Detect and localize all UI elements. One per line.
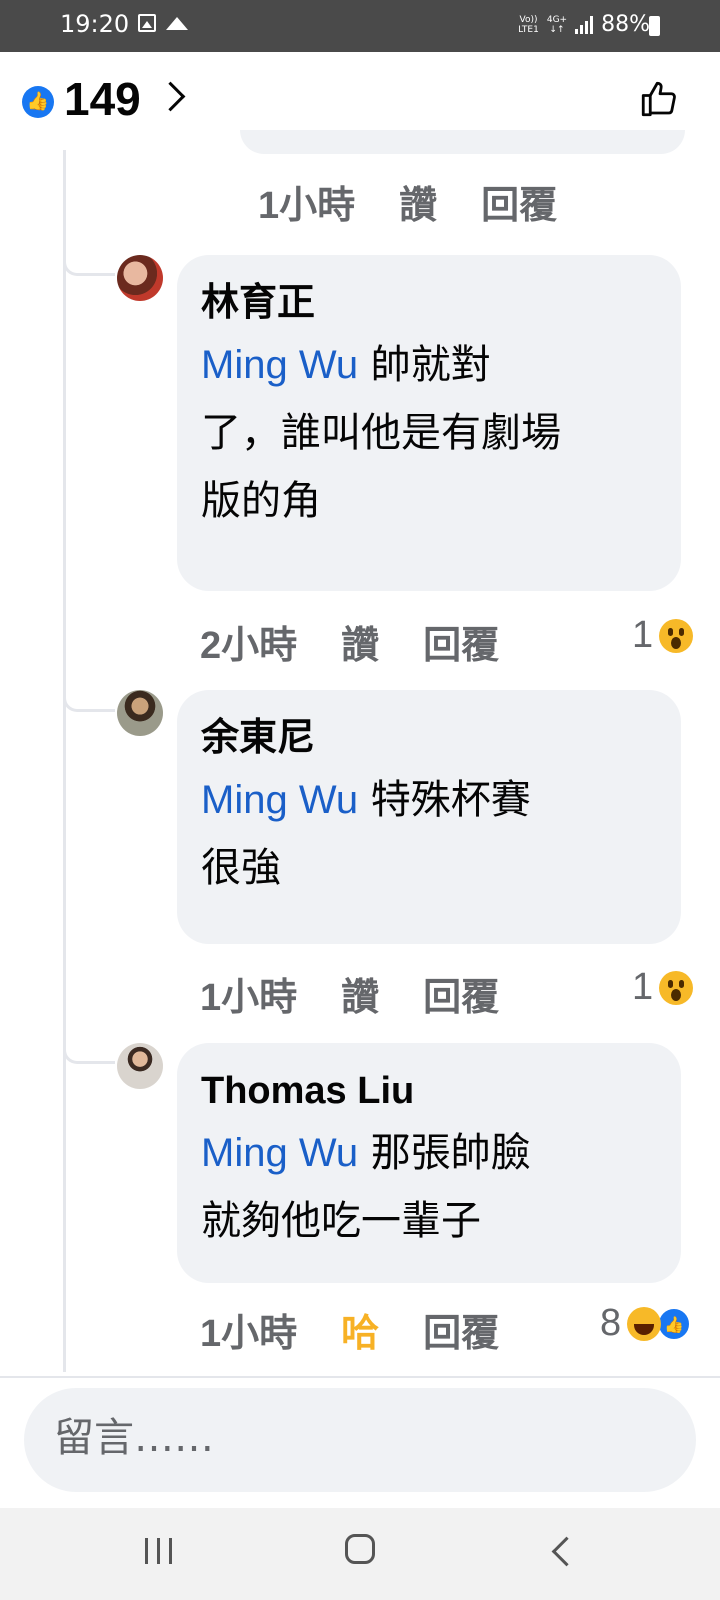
lte-label: LTE1 (518, 24, 539, 35)
mention-link[interactable]: Ming Wu (201, 778, 358, 822)
avatar[interactable] (117, 690, 163, 736)
like-count[interactable]: 149 (64, 72, 141, 126)
comment-meta: 2小時 讚 回覆 (200, 614, 543, 669)
comment-text-part: 就夠他吃一輩子 (201, 1198, 481, 1244)
reaction-summary[interactable]: 1 (632, 966, 694, 1009)
network-type-indicator: 4G+ ↓↑ (547, 15, 567, 35)
avatar[interactable] (117, 1043, 163, 1089)
status-right: Vo)) LTE1 4G+ ↓↑ 88% (518, 12, 650, 37)
battery-percent: 88% (601, 12, 650, 37)
like-button[interactable]: 讚 (341, 614, 379, 669)
thread-branch (63, 688, 115, 712)
comment-author[interactable]: 余東尼 (201, 714, 657, 762)
comment-time: 2小時 (200, 625, 298, 667)
thumbs-up-icon[interactable] (638, 78, 680, 120)
comment-text-part: 那張帥臉 (358, 1130, 531, 1176)
reply-button[interactable]: 回覆 (423, 614, 499, 669)
comment-bubble[interactable]: 余東尼 Ming Wu 特殊杯賽 很強 (177, 690, 681, 944)
like-badge-icon[interactable]: 👍 (22, 86, 54, 118)
comment-input[interactable] (52, 1414, 656, 1462)
haha-reacted-button[interactable]: 哈 (341, 1302, 379, 1357)
reaction-summary[interactable]: 8 👍 (600, 1302, 692, 1345)
reply-button[interactable]: 回覆 (423, 1302, 499, 1357)
comment-text-part: 了，誰叫他是有劇場 (201, 410, 561, 456)
comment-bubble[interactable]: Thomas Liu Ming Wu 那張帥臉 就夠他吃一輩子 (177, 1043, 681, 1283)
mention-link[interactable]: Ming Wu (201, 1131, 358, 1175)
comment-text: Ming Wu 那張帥臉 就夠他吃一輩子 (201, 1119, 657, 1255)
wow-icon (659, 618, 694, 653)
status-time: 19:20 (60, 10, 130, 38)
reaction-summary[interactable]: 1 (632, 614, 694, 657)
network-type-label: 4G+ (546, 14, 568, 25)
comment-text-part: 很強 (201, 845, 281, 891)
thread-branch (63, 252, 115, 276)
comment-time: 1小時 (200, 977, 298, 1019)
volte-label: Vo)) (519, 14, 538, 25)
recent-apps-icon[interactable] (145, 1538, 175, 1564)
reaction-count: 8 (600, 1302, 622, 1344)
comment-time: 1小時 (258, 185, 356, 227)
navigation-bar (0, 1508, 720, 1600)
thread-branch (63, 1040, 115, 1064)
like-icon: 👍 (657, 1306, 692, 1341)
like-button[interactable]: 讚 (341, 966, 379, 1021)
composer-divider (0, 1376, 720, 1378)
status-notification-icons (138, 14, 188, 32)
comment-text-part: 版的角 (201, 478, 321, 524)
comment-composer[interactable] (24, 1388, 696, 1492)
reaction-count: 1 (632, 966, 654, 1008)
signal-icon (575, 15, 594, 34)
volte-indicator: Vo)) LTE1 (518, 15, 539, 35)
comment-text-part: 特殊杯賽 (358, 777, 531, 823)
comment-text: Ming Wu 帥就對 了，誰叫他是有劇場 版的角 (201, 331, 657, 535)
comment-meta: 1小時 哈 回覆 (200, 1302, 543, 1357)
data-arrows-icon: ↓↑ (549, 24, 565, 35)
comment-bubble[interactable]: 林育正 Ming Wu 帥就對 了，誰叫他是有劇場 版的角 (177, 255, 681, 591)
gallery-icon (138, 14, 156, 32)
comment-meta: 1小時 讚 回覆 (200, 966, 543, 1021)
previous-comment-bubble (240, 130, 685, 154)
home-icon[interactable] (345, 1534, 375, 1564)
haha-icon (627, 1306, 662, 1341)
comment-author[interactable]: 林育正 (201, 279, 657, 327)
reaction-count: 1 (632, 614, 654, 656)
battery-icon (649, 16, 660, 36)
like-button[interactable]: 讚 (399, 174, 437, 229)
reply-button[interactable]: 回覆 (423, 966, 499, 1021)
back-icon[interactable] (551, 1536, 582, 1567)
comment-text-part: 帥就對 (358, 342, 491, 388)
mountain-icon (166, 16, 188, 30)
avatar[interactable] (117, 255, 163, 301)
thread-line (63, 150, 66, 1372)
wow-icon (659, 970, 694, 1005)
mention-link[interactable]: Ming Wu (201, 343, 358, 387)
previous-comment-meta: 1小時 讚 回覆 (258, 174, 601, 229)
comment-author[interactable]: Thomas Liu (201, 1067, 657, 1115)
comment-text: Ming Wu 特殊杯賽 很強 (201, 766, 657, 902)
status-bar: 19:20 Vo)) LTE1 4G+ ↓↑ 88% (0, 0, 720, 52)
comment-time: 1小時 (200, 1313, 298, 1355)
reply-button[interactable]: 回覆 (481, 174, 557, 229)
